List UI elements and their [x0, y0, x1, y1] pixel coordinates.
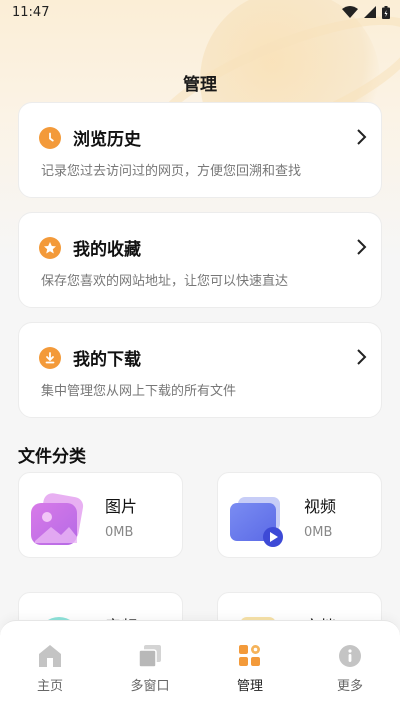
manage-icon [239, 645, 260, 666]
downloads-card-desc: 集中管理您从网上下载的所有文件 [41, 384, 237, 399]
status-time: 11:47 [12, 4, 50, 20]
tab-manage[interactable]: 管理 [210, 643, 290, 694]
clock-icon [39, 126, 61, 149]
image-icon [31, 493, 84, 545]
bottom-tab-bar: 主页 多窗口 管理 更多 [0, 620, 400, 712]
page-title: 管理 [183, 75, 217, 95]
tab-more-label: 更多 [336, 679, 363, 694]
tab-manage-label: 管理 [236, 679, 263, 694]
file-category-title: 文件分类 [18, 447, 86, 467]
tab-home-label: 主页 [36, 679, 63, 694]
chevron-right-icon [357, 349, 367, 365]
wifi-icon [342, 6, 358, 18]
favorites-card[interactable]: 我的收藏 保存您喜欢的网站地址，让您可以快速直达 [18, 212, 382, 308]
history-card-title: 浏览历史 [73, 130, 141, 150]
images-tile-name: 图片 [105, 497, 138, 516]
videos-tile[interactable]: 视频 0MB [217, 472, 382, 558]
chevron-right-icon [357, 129, 367, 145]
windows-icon [138, 645, 161, 668]
chevron-right-icon [357, 239, 367, 255]
home-icon [39, 645, 61, 667]
favorites-card-desc: 保存您喜欢的网站地址，让您可以快速直达 [41, 274, 289, 289]
tab-windows[interactable]: 多窗口 [110, 643, 190, 694]
status-bar: 11:47 [0, 0, 400, 24]
videos-tile-size: 0MB [304, 525, 333, 540]
video-icon [230, 497, 283, 547]
history-card-desc: 记录您过去访问过的网页，方便您回溯和查找 [41, 164, 302, 179]
tab-home[interactable]: 主页 [10, 643, 90, 694]
favorites-card-title: 我的收藏 [73, 240, 141, 260]
history-card[interactable]: 浏览历史 记录您过去访问过的网页，方便您回溯和查找 [18, 102, 382, 198]
downloads-card[interactable]: 我的下载 集中管理您从网上下载的所有文件 [18, 322, 382, 418]
history-card-head: 浏览历史 [39, 125, 141, 150]
signal-icon [364, 6, 376, 18]
images-tile[interactable]: 图片 0MB [18, 472, 183, 558]
downloads-card-title: 我的下载 [73, 350, 141, 370]
status-icons [342, 5, 390, 19]
tab-more[interactable]: 更多 [310, 643, 390, 694]
more-icon [339, 645, 361, 667]
battery-icon [382, 5, 390, 19]
images-tile-size: 0MB [105, 525, 134, 540]
tab-windows-label: 多窗口 [130, 679, 170, 694]
videos-tile-name: 视频 [304, 497, 337, 516]
downloads-card-head: 我的下载 [39, 345, 141, 370]
download-icon [39, 346, 61, 369]
favorites-card-head: 我的收藏 [39, 235, 141, 260]
star-icon [39, 236, 61, 259]
